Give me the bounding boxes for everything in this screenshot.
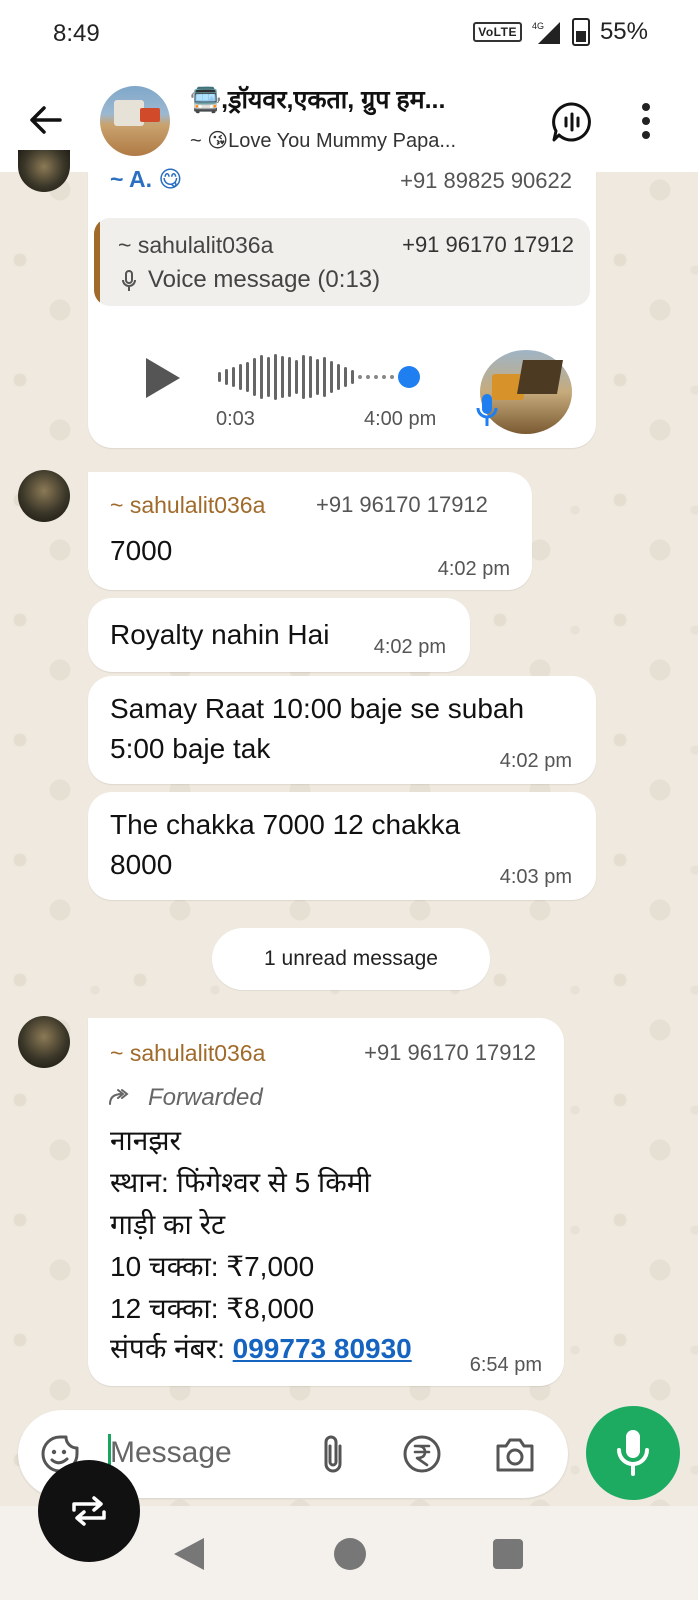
message-time: 4:02 pm [373, 636, 446, 658]
signal-icon: 4G [532, 21, 560, 44]
sender-name[interactable]: ~ sahulalit036a [110, 1040, 265, 1067]
sender-name[interactable]: ~ sahulalit036a [110, 492, 265, 519]
message-time: 4:03 pm [499, 866, 572, 888]
signal-label: 4G [532, 21, 544, 31]
mic-small-icon [122, 270, 136, 291]
message-time: 4:02 pm [437, 558, 510, 580]
group-title[interactable]: 🚍,ड्रॉयवर,एकता, ग्रुप हम... [190, 82, 520, 116]
seek-knob[interactable] [398, 366, 420, 388]
message-text-line6: संपर्क नंबर: 099773 80930 [110, 1330, 412, 1368]
voice-elapsed: 0:03 [216, 408, 255, 430]
floating-repeat-button[interactable] [38, 1460, 140, 1562]
quote-sender: ~ sahulalit036a [118, 232, 274, 258]
volte-badge: VoLTE [473, 22, 522, 42]
avatar-truck-cab [140, 108, 160, 122]
nav-back-icon[interactable] [172, 1536, 206, 1572]
message-text: Royalty nahin Hai [110, 619, 330, 650]
voice-time: 4:00 pm [364, 408, 437, 430]
quote-accent-bar [94, 218, 100, 306]
message-text-line1: नानझर [110, 1125, 181, 1156]
sender-phone: +91 89825 90622 [400, 168, 572, 193]
message-bubble[interactable]: The chakka 7000 12 chakka 8000 4:03 pm [88, 792, 596, 900]
message-input[interactable]: Message [110, 1436, 232, 1470]
message-bubble[interactable]: ~ sahulalit036a +91 96170 17912 7000 4:0… [88, 472, 532, 590]
quote-phone: +91 96170 17912 [402, 232, 574, 257]
unread-divider: 1 unread message [212, 928, 490, 990]
message-bubble[interactable]: Samay Raat 10:00 baje se subah 5:00 baje… [88, 676, 596, 784]
status-time: 8:49 [53, 20, 100, 47]
message-text-line1: Samay Raat 10:00 baje se subah [110, 693, 525, 724]
voice-waveform[interactable] [218, 352, 438, 402]
contact-label: संपर्क नंबर: [110, 1333, 233, 1364]
message-text-line5: 12 चक्का: ₹8,000 [110, 1293, 315, 1324]
message-text-line3: गाड़ी का रेट [110, 1209, 226, 1240]
microphone-icon [617, 1430, 649, 1476]
message-bubble[interactable]: Royalty nahin Hai 4:02 pm [88, 598, 470, 672]
more-options-icon[interactable] [638, 100, 654, 140]
play-icon[interactable] [142, 356, 182, 400]
status-bar: 8:49 VoLTE 4G 55% [0, 0, 698, 70]
quoted-message[interactable]: ~ sahulalit036a +91 96170 17912 Voice me… [94, 218, 590, 306]
nav-recents-icon[interactable] [492, 1538, 524, 1570]
quote-text: Voice message (0:13) [148, 266, 381, 293]
forwarded-icon [109, 1089, 129, 1105]
message-text-line2: 8000 [110, 849, 173, 880]
nav-home-icon[interactable] [332, 1536, 368, 1572]
forwarded-message-bubble[interactable]: ~ sahulalit036a +91 96170 17912 Forwarde… [88, 1018, 564, 1386]
message-time: 4:02 pm [499, 750, 572, 772]
phone-number-link[interactable]: 099773 80930 [233, 1333, 412, 1364]
attach-icon[interactable] [318, 1432, 348, 1476]
voice-chat-icon[interactable] [550, 100, 594, 144]
message-text-line2: 5:00 baje tak [110, 733, 271, 764]
group-avatar[interactable] [100, 86, 170, 156]
message-text-line1: The chakka 7000 12 chakka [110, 809, 461, 840]
sender-name[interactable]: ~ A. 😋 [110, 166, 182, 193]
sender-avatar[interactable] [18, 1016, 70, 1068]
sender-avatar[interactable] [18, 470, 70, 522]
mic-blue-icon [476, 394, 498, 426]
battery-icon [571, 18, 590, 46]
status-indicators: VoLTE 4G 55% [473, 18, 648, 46]
camera-icon[interactable] [494, 1436, 536, 1474]
group-subtitle[interactable]: ~ 😘Love You Mummy Papa... [190, 128, 520, 153]
sender-phone: +91 96170 17912 [316, 492, 488, 517]
chat-header: 🚍,ड्रॉयवर,एकता, ग्रुप हम... ~ 😘Love You … [0, 70, 698, 172]
forwarded-label: Forwarded [148, 1084, 263, 1111]
message-time: 6:54 pm [469, 1354, 542, 1376]
message-text-line2: स्थान: फिंगेश्वर से 5 किमी [110, 1167, 371, 1198]
battery-percent: 55% [599, 18, 648, 45]
back-arrow-icon[interactable] [26, 100, 66, 140]
message-text-line4: 10 चक्का: ₹7,000 [110, 1251, 315, 1282]
repeat-icon [72, 1496, 106, 1526]
payment-rupee-icon[interactable] [402, 1434, 442, 1474]
sender-phone: +91 96170 17912 [364, 1040, 536, 1065]
message-text: 7000 [110, 535, 173, 566]
voice-record-button[interactable] [586, 1406, 680, 1500]
